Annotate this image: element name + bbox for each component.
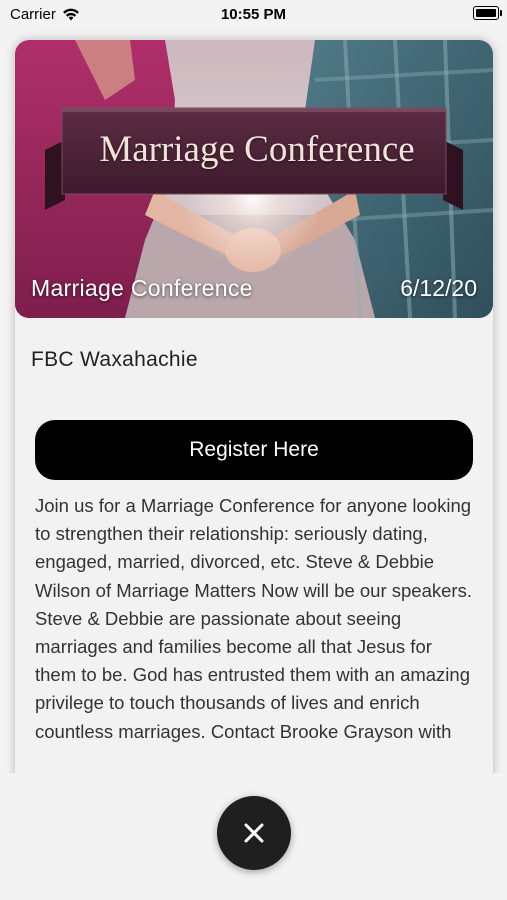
close-icon bbox=[244, 823, 264, 843]
banner-text: Marriage Conference bbox=[99, 129, 415, 170]
event-date: 6/12/20 bbox=[400, 275, 477, 301]
register-button[interactable]: Register Here bbox=[35, 420, 473, 480]
battery-icon bbox=[473, 6, 502, 20]
clock: 10:55 PM bbox=[220, 6, 287, 23]
event-location: FBC Waxahachie bbox=[31, 348, 198, 371]
status-bar: Carrier 10:55 PM bbox=[0, 0, 507, 30]
event-title: Marriage Conference bbox=[31, 275, 253, 301]
close-button[interactable] bbox=[217, 796, 291, 870]
event-description: Join us for a Marriage Conference for an… bbox=[35, 495, 472, 742]
event-card: Marriage Conference Marriage Conference … bbox=[15, 40, 493, 900]
event-hero-image: Marriage Conference Marriage Conference … bbox=[15, 40, 493, 318]
